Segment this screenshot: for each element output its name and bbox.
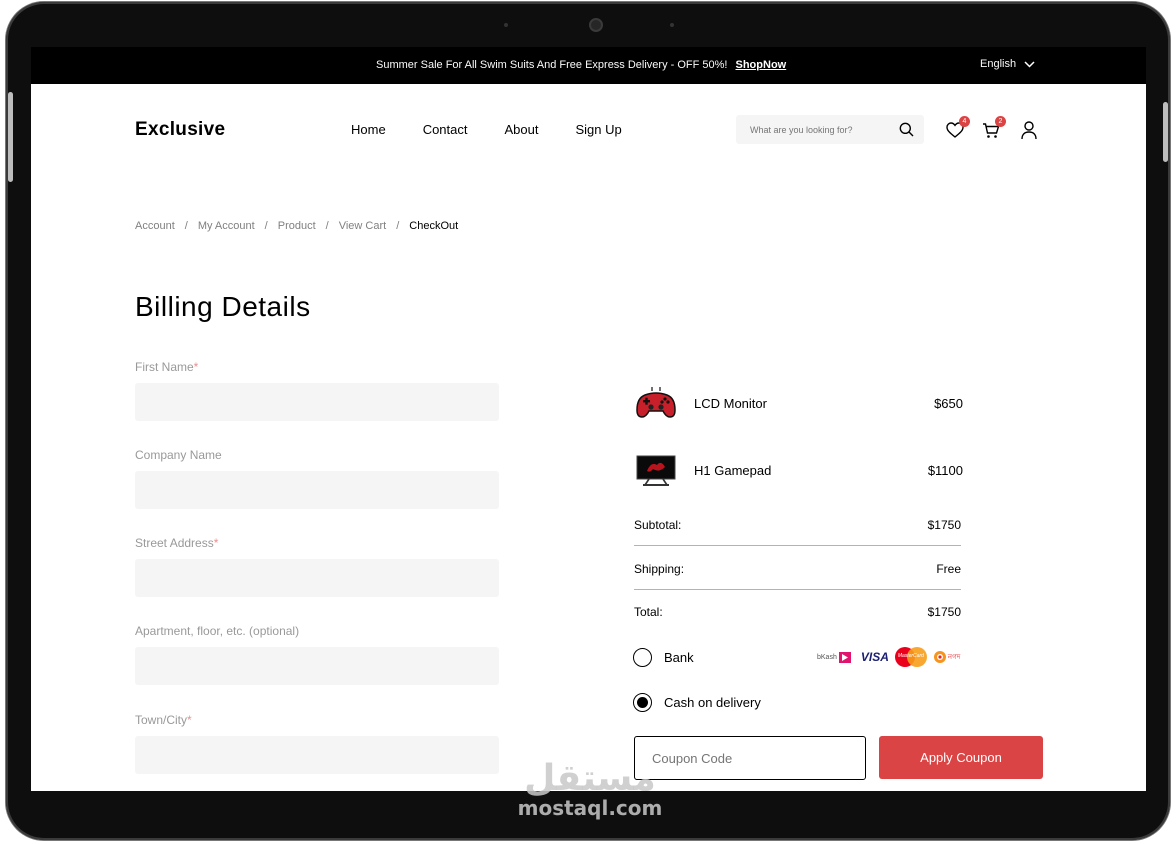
street-address-field: Street Address*: [135, 536, 499, 597]
search-icon[interactable]: [899, 122, 914, 137]
breadcrumb-account[interactable]: Account: [135, 220, 175, 232]
subtotal-value: $1750: [927, 518, 961, 532]
cart-count-badge: 2: [995, 116, 1006, 127]
order-item-price: $650: [934, 395, 963, 411]
coupon-input[interactable]: [634, 736, 866, 780]
payment-option-bank[interactable]: Bank: [633, 648, 694, 667]
watermark-latin: mostaql.com: [517, 796, 663, 820]
shipping-label: Shipping:: [634, 562, 685, 576]
promo-text: Summer Sale For All Swim Suits And Free …: [376, 59, 728, 71]
order-item: LCD Monitor $650: [634, 383, 963, 423]
watermark: مستقل mostaql.com: [515, 758, 665, 820]
device-camera: [589, 18, 603, 32]
subtotal-label: Subtotal:: [634, 518, 682, 532]
nav-about[interactable]: About: [505, 122, 539, 137]
cod-radio[interactable]: [633, 693, 652, 712]
town-city-label: Town/City*: [135, 713, 192, 727]
language-label: English: [980, 58, 1017, 70]
shipping-value: Free: [936, 562, 961, 576]
order-item-name: LCD Monitor: [694, 395, 767, 411]
nav-home[interactable]: Home: [351, 122, 386, 137]
gamepad-icon: [636, 387, 676, 418]
apply-coupon-button[interactable]: Apply Coupon: [879, 736, 1043, 779]
subtotal-row: Subtotal: $1750: [634, 518, 961, 532]
mastercard-logo: MasterCard: [894, 647, 927, 667]
bank-label: Bank: [664, 650, 694, 665]
wishlist-button[interactable]: 4: [944, 116, 970, 141]
account-button[interactable]: [1018, 119, 1040, 141]
device-side-button: [8, 92, 13, 182]
breadcrumb-separator: /: [264, 220, 268, 232]
bkash-logo: bKash: [817, 651, 851, 663]
search-bar: [736, 115, 924, 144]
order-item-name: H1 Gamepad: [694, 462, 772, 478]
breadcrumb: Account / My Account / Product / View Cart /…: [135, 220, 458, 232]
language-selector[interactable]: English: [980, 58, 1035, 70]
town-city-input[interactable]: [135, 736, 499, 774]
wishlist-count-badge: 4: [959, 116, 970, 127]
site-logo[interactable]: Exclusive: [135, 119, 225, 141]
promo-text-wrap: Summer Sale For All Swim Suits And Free …: [376, 59, 786, 71]
total-value: $1750: [927, 605, 961, 619]
device-sensor: [670, 23, 674, 27]
search-input[interactable]: [750, 124, 890, 135]
user-icon: [1021, 120, 1037, 139]
breadcrumb-view-cart[interactable]: View Cart: [339, 220, 386, 232]
payment-option-cod[interactable]: Cash on delivery: [633, 693, 761, 712]
shop-now-link[interactable]: ShopNow: [736, 59, 787, 71]
watermark-arabic: مستقل: [524, 758, 656, 799]
bank-radio[interactable]: [633, 648, 652, 667]
first-name-input[interactable]: [135, 383, 499, 421]
nav-sign-up[interactable]: Sign Up: [575, 122, 621, 137]
company-name-label: Company Name: [135, 448, 222, 462]
monitor-thumbnail: [634, 452, 678, 488]
apartment-input[interactable]: [135, 647, 499, 685]
town-city-field: Town/City*: [135, 713, 499, 774]
page-title: Billing Details: [135, 291, 311, 322]
company-name-field: Company Name: [135, 448, 499, 509]
apartment-field: Apartment, floor, etc. (optional): [135, 624, 499, 685]
first-name-label: First Name*: [135, 360, 199, 374]
nav-contact[interactable]: Contact: [423, 122, 468, 137]
total-row: Total: $1750: [634, 605, 961, 619]
total-label: Total:: [634, 605, 663, 619]
checkout-screen: Summer Sale For All Swim Suits And Free …: [31, 47, 1146, 791]
visa-logo: VISA: [860, 650, 889, 664]
divider: [634, 545, 961, 546]
payment-card-logos: bKash VISA MasterCard নগদ: [817, 647, 960, 667]
first-name-field: First Name*: [135, 360, 499, 421]
cart-button[interactable]: 2: [980, 116, 1006, 141]
street-address-label: Street Address*: [135, 536, 219, 550]
nagad-logo: নগদ: [933, 650, 960, 664]
device-side-button: [1163, 102, 1168, 162]
order-item-price: $1100: [927, 462, 963, 478]
chevron-down-icon: [1024, 60, 1035, 68]
order-item: H1 Gamepad $1100: [634, 450, 963, 490]
street-address-input[interactable]: [135, 559, 499, 597]
divider: [634, 589, 961, 590]
monitor-icon: [636, 455, 676, 486]
apartment-label: Apartment, floor, etc. (optional): [135, 624, 300, 638]
cod-label: Cash on delivery: [664, 695, 761, 710]
company-name-input[interactable]: [135, 471, 499, 509]
gamepad-thumbnail: [634, 385, 678, 421]
promo-banner: Summer Sale For All Swim Suits And Free …: [31, 47, 1146, 84]
device-sensor: [504, 23, 508, 27]
breadcrumb-product[interactable]: Product: [278, 220, 316, 232]
breadcrumb-separator: /: [325, 220, 329, 232]
breadcrumb-separator: /: [184, 220, 188, 232]
breadcrumb-separator: /: [396, 220, 400, 232]
shipping-row: Shipping: Free: [634, 562, 961, 576]
breadcrumb-my-account[interactable]: My Account: [198, 220, 255, 232]
main-nav: Home Contact About Sign Up: [351, 122, 622, 137]
breadcrumb-checkout: CheckOut: [409, 220, 459, 232]
